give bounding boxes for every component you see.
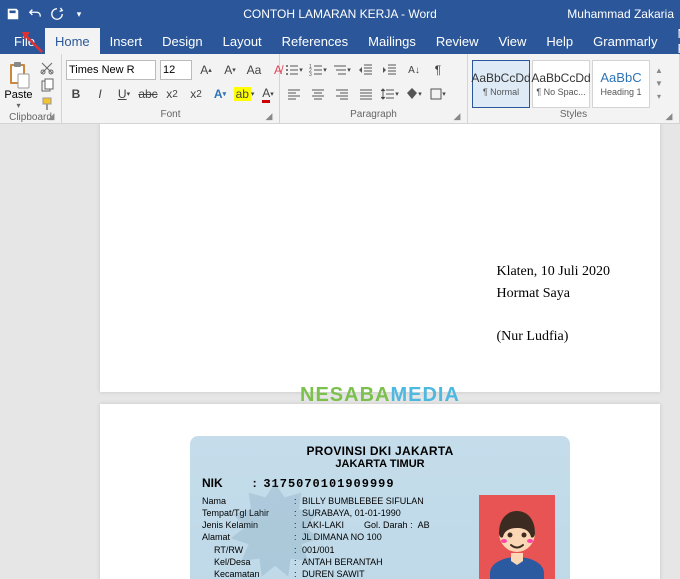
align-right-icon[interactable] bbox=[332, 84, 352, 104]
group-label-paragraph: Paragraph bbox=[350, 109, 397, 120]
ktp-city: JAKARTA TIMUR bbox=[202, 458, 558, 470]
menu-mailings[interactable]: Mailings bbox=[358, 28, 426, 54]
menu-file[interactable]: File bbox=[4, 28, 45, 54]
paste-icon bbox=[7, 61, 31, 89]
align-left-icon[interactable] bbox=[284, 84, 304, 104]
format-painter-icon[interactable] bbox=[39, 96, 55, 112]
svg-text:3: 3 bbox=[309, 72, 312, 77]
menu-review[interactable]: Review bbox=[426, 28, 489, 54]
align-center-icon[interactable] bbox=[308, 84, 328, 104]
ktp-province: PROVINSI DKI JAKARTA bbox=[202, 444, 558, 458]
document-title: CONTOH LAMARAN KERJA - Word bbox=[243, 7, 437, 21]
menu-grammarly[interactable]: Grammarly bbox=[583, 28, 667, 54]
group-label-styles: Styles bbox=[560, 109, 587, 120]
sort-icon[interactable]: A↓ bbox=[404, 60, 424, 80]
dec-indent-icon[interactable] bbox=[356, 60, 376, 80]
menu-design[interactable]: Design bbox=[152, 28, 212, 54]
change-case-icon[interactable]: Aa bbox=[244, 60, 264, 80]
dialog-launcher-icon[interactable]: ◢ bbox=[451, 111, 463, 123]
place-date: Klaten, 10 Juli 2020 bbox=[496, 261, 610, 283]
signer-name: (Nur Ludfia) bbox=[496, 326, 610, 348]
underline-button[interactable]: U▾ bbox=[114, 84, 134, 104]
dialog-launcher-icon[interactable]: ◢ bbox=[663, 111, 675, 123]
ribbon: Paste ▾ Clipboard◢ A▴ A▾ Aa A̸ B bbox=[0, 54, 680, 124]
paste-button[interactable]: Paste ▾ bbox=[4, 59, 33, 110]
show-marks-icon[interactable]: ¶ bbox=[428, 60, 448, 80]
borders-icon[interactable]: ▾ bbox=[428, 84, 448, 104]
highlight-icon[interactable]: ab▾ bbox=[234, 84, 254, 104]
menu-references[interactable]: References bbox=[272, 28, 358, 54]
ktp-photo bbox=[479, 495, 555, 579]
user-name[interactable]: Muhammad Zakaria bbox=[567, 7, 674, 21]
bullets-icon[interactable]: ▾ bbox=[284, 60, 304, 80]
font-size-select[interactable] bbox=[160, 60, 192, 80]
font-color-icon[interactable]: A▾ bbox=[258, 84, 278, 104]
menu-layout[interactable]: Layout bbox=[213, 28, 272, 54]
inc-indent-icon[interactable] bbox=[380, 60, 400, 80]
menu-home[interactable]: Home bbox=[45, 28, 100, 54]
menu-bar: File Home Insert Design Layout Reference… bbox=[0, 28, 680, 54]
justify-icon[interactable] bbox=[356, 84, 376, 104]
strike-button[interactable]: abc bbox=[138, 84, 158, 104]
save-icon[interactable] bbox=[6, 7, 20, 21]
qat-customize-icon[interactable]: ▾ bbox=[72, 7, 86, 21]
font-name-select[interactable] bbox=[66, 60, 156, 80]
numbering-icon[interactable]: 123▾ bbox=[308, 60, 328, 80]
styles-up-icon[interactable]: ▲ bbox=[652, 66, 666, 75]
text-effects-icon[interactable]: A▾ bbox=[210, 84, 230, 104]
shading-icon[interactable]: ▾ bbox=[404, 84, 424, 104]
undo-icon[interactable] bbox=[28, 7, 42, 21]
subscript-button[interactable]: x2 bbox=[162, 84, 182, 104]
multilevel-icon[interactable]: ▾ bbox=[332, 60, 352, 80]
copy-icon[interactable] bbox=[39, 78, 55, 94]
style-no-spacing[interactable]: AaBbCcDd ¶ No Spac... bbox=[532, 60, 590, 108]
menu-help[interactable]: Help bbox=[536, 28, 583, 54]
document-area[interactable]: Klaten, 10 Juli 2020 Hormat Saya (Nur Lu… bbox=[0, 124, 680, 579]
cut-icon[interactable] bbox=[39, 60, 55, 76]
grow-font-icon[interactable]: A▴ bbox=[196, 60, 216, 80]
title-bar: ▾ CONTOH LAMARAN KERJA - Word Muhammad Z… bbox=[0, 0, 680, 28]
garuda-watermark-icon bbox=[215, 476, 335, 579]
salutation: Hormat Saya bbox=[496, 283, 610, 305]
style-normal[interactable]: AaBbCcDd ¶ Normal bbox=[472, 60, 530, 108]
italic-button[interactable]: I bbox=[90, 84, 110, 104]
redo-icon[interactable] bbox=[50, 7, 64, 21]
styles-down-icon[interactable]: ▼ bbox=[652, 79, 666, 88]
group-label-font: Font bbox=[160, 109, 180, 120]
dialog-launcher-icon[interactable]: ◢ bbox=[263, 111, 275, 123]
menu-view[interactable]: View bbox=[488, 28, 536, 54]
dialog-launcher-icon[interactable]: ◢ bbox=[45, 111, 57, 123]
styles-more-icon[interactable]: ▾ bbox=[652, 92, 666, 101]
menu-insert[interactable]: Insert bbox=[100, 28, 153, 54]
bold-button[interactable]: B bbox=[66, 84, 86, 104]
page-1[interactable]: Klaten, 10 Juli 2020 Hormat Saya (Nur Lu… bbox=[100, 124, 660, 392]
line-spacing-icon[interactable]: ▾ bbox=[380, 84, 400, 104]
page-2[interactable]: PROVINSI DKI JAKARTA JAKARTA TIMUR NIK :… bbox=[100, 404, 660, 579]
style-heading1[interactable]: AaBbC Heading 1 bbox=[592, 60, 650, 108]
shrink-font-icon[interactable]: A▾ bbox=[220, 60, 240, 80]
menu-nitro[interactable]: Nitro Pro bbox=[667, 28, 680, 54]
ktp-card: PROVINSI DKI JAKARTA JAKARTA TIMUR NIK :… bbox=[190, 436, 570, 579]
superscript-button[interactable]: x2 bbox=[186, 84, 206, 104]
